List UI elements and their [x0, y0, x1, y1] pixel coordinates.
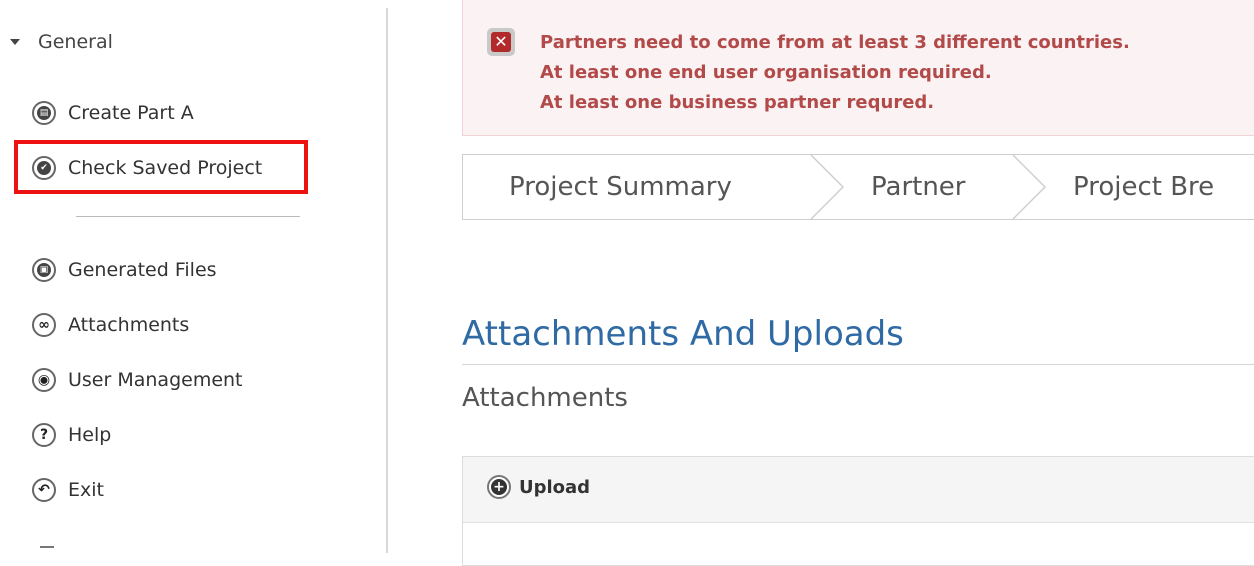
section-subtitle: Attachments: [462, 383, 628, 413]
nav-attachments[interactable]: ∞ Attachments: [32, 310, 189, 340]
nav-user-management[interactable]: ◉ User Management: [32, 365, 243, 395]
exit-icon: ↶: [32, 478, 56, 502]
upload-button[interactable]: + Upload: [487, 475, 590, 499]
nav-exit[interactable]: ↶ Exit: [32, 475, 104, 505]
nav-label: Exit: [68, 479, 104, 501]
section-toggle-general[interactable]: General: [10, 30, 113, 54]
nav-label: Attachments: [68, 314, 190, 336]
upload-panel: + Upload: [462, 456, 1254, 566]
next-section-stub: [40, 546, 54, 555]
nav-label: User Management: [68, 369, 243, 391]
error-message: At least one business partner requred.: [540, 92, 935, 113]
nav-create-part-a[interactable]: ▤ Create Part A: [32, 98, 194, 128]
upload-label: Upload: [519, 476, 591, 498]
nav-help[interactable]: ? Help: [32, 420, 111, 450]
step-project-breakdown[interactable]: Project Bre: [1073, 155, 1214, 219]
nav-generated-files[interactable]: ▣ Generated Files: [32, 255, 217, 285]
nav-label: Help: [68, 424, 112, 446]
link-icon: ∞: [32, 313, 56, 337]
step-separator-icon: [810, 155, 845, 219]
step-partner[interactable]: Partner: [871, 155, 966, 219]
save-icon: ▣: [32, 258, 56, 282]
error-message: At least one end user organisation requi…: [540, 62, 992, 83]
highlight-box: [14, 140, 308, 194]
step-project-summary[interactable]: Project Summary: [509, 155, 732, 219]
upload-panel-header: + Upload: [463, 457, 1254, 523]
plus-icon: +: [487, 475, 511, 499]
sidebar-border: [386, 8, 388, 553]
page-title: Attachments And Uploads: [462, 314, 904, 354]
sidebar-divider: [76, 216, 300, 217]
nav-label: Create Part A: [68, 102, 194, 124]
section-label: General: [38, 31, 113, 53]
wizard-steps: Project Summary Partner Project Bre: [462, 154, 1254, 220]
error-message: Partners need to come from at least 3 di…: [540, 32, 1130, 53]
step-separator-icon: [1012, 155, 1047, 219]
caret-down-icon: [10, 39, 20, 45]
print-icon: ▤: [32, 101, 56, 125]
sidebar: General ▤ Create Part A ✔ Check Saved Pr…: [0, 0, 388, 553]
user-icon: ◉: [32, 368, 56, 392]
title-divider: [462, 364, 1254, 365]
nav-label: Generated Files: [68, 259, 217, 281]
error-x-icon: ✕: [487, 28, 515, 56]
help-icon: ?: [32, 423, 56, 447]
